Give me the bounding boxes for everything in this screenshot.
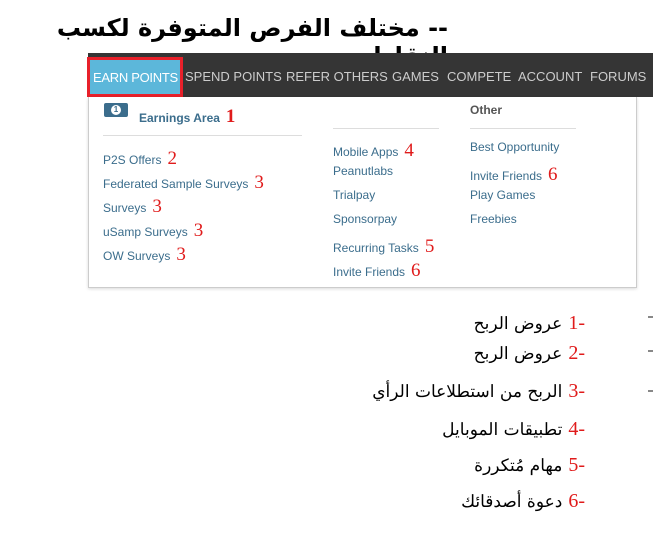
legend-text: تطبيقات الموبايل (442, 420, 563, 440)
nav-spend-points[interactable]: SPEND POINTS (185, 69, 282, 84)
nav-compete[interactable]: COMPETE (447, 69, 511, 84)
divider (103, 135, 302, 136)
menu-item-usamp-surveys[interactable]: uSamp Surveys 3 (103, 220, 203, 242)
annotation-number: 3 (152, 196, 162, 217)
menu-item-label: Best Opportunity (470, 140, 560, 154)
legend-number: 5- (568, 454, 585, 476)
menu-item-label: Sponsorpay (333, 212, 398, 226)
menu-item-invite-friends[interactable]: Invite Friends 6 (333, 260, 421, 282)
money-icon: 1 (104, 103, 128, 117)
menu-item-label: uSamp Surveys (103, 225, 188, 239)
menu-item-label: Play Games (470, 188, 536, 202)
nav-refer-others[interactable]: REFER OTHERS (286, 69, 388, 84)
legend-text: مهام مُتكررة (474, 456, 563, 476)
annotation-number: 2 (167, 148, 177, 169)
divider (333, 128, 439, 129)
earn-points-dropdown: 1 Earnings Area 1 Other P2S Offers 2 Federa… (88, 97, 637, 288)
menu-item-sponsorpay[interactable]: Sponsorpay (333, 212, 397, 226)
earnings-area-label: Earnings Area (139, 111, 220, 125)
menu-item-peanutlabs[interactable]: Peanutlabs (333, 164, 393, 178)
annotation-number: 1 (225, 106, 236, 127)
other-header: Other (470, 103, 503, 117)
menu-item-label: Trialpay (333, 188, 376, 202)
legend-text: الربح من استطلاعات الرأي (372, 382, 563, 402)
legend-text: عروض الربح (473, 344, 563, 364)
annotation-number: 4 (404, 140, 414, 161)
menu-item-label: Peanutlabs (333, 164, 394, 178)
legend-number: 4- (568, 418, 585, 440)
annotation-number: 5 (424, 236, 435, 257)
earnings-area-header: Earnings Area 1 (139, 106, 235, 128)
menu-item-freebies[interactable]: Freebies (470, 212, 517, 226)
nav-games[interactable]: GAMES (392, 69, 439, 84)
legend-item: 3-الربح من استطلاعات الرأي (372, 380, 585, 403)
legend-text: عروض الربح (473, 314, 563, 334)
legend-number: 3- (568, 380, 585, 402)
menu-item-p2s-offers[interactable]: P2S Offers 2 (103, 148, 177, 170)
divider (470, 128, 576, 129)
legend-item: 2-عروض الربح (474, 342, 585, 365)
annotation-number: 6 (548, 164, 558, 185)
menu-item-label: Mobile Apps (333, 145, 399, 159)
legend-item: 6-دعوة أصدقائك (461, 490, 585, 513)
annotation-number: 3 (176, 244, 186, 265)
menu-item-recurring-tasks[interactable]: Recurring Tasks 5 (333, 236, 434, 258)
menu-item-surveys[interactable]: Surveys 3 (103, 196, 162, 218)
menu-item-play-games[interactable]: Play Games (470, 188, 535, 202)
menu-item-label: Invite Friends (470, 169, 543, 183)
menu-item-label: Surveys (103, 201, 147, 215)
menu-item-ow-surveys[interactable]: OW Surveys 3 (103, 244, 186, 266)
menu-item-label: Invite Friends (333, 265, 406, 279)
menu-item-label: OW Surveys (103, 249, 171, 263)
nav-account[interactable]: ACCOUNT (518, 69, 582, 84)
menu-item-label: Recurring Tasks (333, 241, 419, 255)
menu-item-label: P2S Offers (103, 153, 162, 167)
legend-number: 2- (568, 342, 585, 364)
menu-item-best-opportunity[interactable]: Best Opportunity (470, 140, 559, 154)
menu-item-label: Federated Sample Surveys (103, 177, 249, 191)
menu-item-label: Freebies (470, 212, 517, 226)
legend-number: 1- (568, 312, 585, 334)
menu-item-federated-sample-surveys[interactable]: Federated Sample Surveys 3 (103, 172, 264, 194)
menu-item-trialpay[interactable]: Trialpay (333, 188, 375, 202)
legend-text: دعوة أصدقائك (461, 492, 563, 512)
nav-forums[interactable]: FORUMS (590, 69, 646, 84)
legend-number: 6- (568, 490, 585, 512)
menu-item-mobile-apps[interactable]: Mobile Apps 4 (333, 140, 414, 162)
annotation-number: 3 (254, 172, 264, 193)
nav-earn-points-label: EARN POINTS (93, 70, 178, 85)
legend-item: 4-تطبيقات الموبايل (442, 418, 585, 441)
annotation-number: 3 (193, 220, 204, 241)
nav-earn-points[interactable]: EARN POINTS (87, 57, 183, 97)
legend-item: 5-مهام مُتكررة (474, 454, 585, 477)
annotation-number: 6 (411, 260, 421, 281)
legend-item: 1-عروض الربح (474, 312, 585, 335)
menu-item-invite-friends[interactable]: Invite Friends 6 (470, 164, 558, 186)
